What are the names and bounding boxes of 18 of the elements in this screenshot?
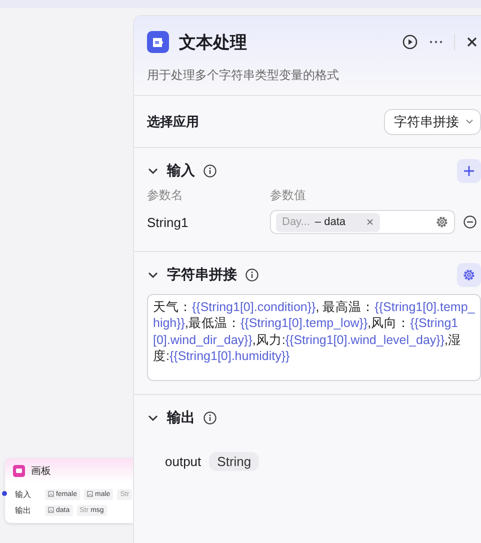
- column-header: 参数名: [147, 187, 184, 204]
- param-name: String1: [147, 214, 190, 230]
- node-title: 画板: [31, 464, 51, 478]
- panel-description: 用于处理多个字符串类型变量的格式: [147, 67, 340, 84]
- field-label: 选择应用: [147, 112, 199, 130]
- variable-tag[interactable]: Day... – data: [276, 212, 380, 232]
- port-label: 输入: [15, 488, 32, 500]
- column-header: 参数值: [270, 187, 306, 204]
- type-tag: String: [209, 452, 260, 471]
- panel-title: 文本处理: [179, 32, 248, 54]
- section-title: 输入: [167, 162, 195, 180]
- template-input[interactable]: 天气：{{String1[0].condition}}, 最高温：{{String1[0].temp_high}},最低温：{{String1[0].temp_low}},风向：{{String1[0].wind_dir_day}},风力:{{String1[0].wind_level_day}},湿度:{{String1[0].humidity}}: [147, 294, 481, 381]
- port-label: 输出: [15, 504, 32, 516]
- output-name: output: [165, 454, 202, 469]
- section-title: 字符串拼接: [167, 266, 237, 284]
- section-title: 输出: [167, 409, 195, 427]
- param-value-field[interactable]: Day... – data: [270, 210, 455, 234]
- app-dropdown[interactable]: 字符串拼接: [384, 108, 481, 134]
